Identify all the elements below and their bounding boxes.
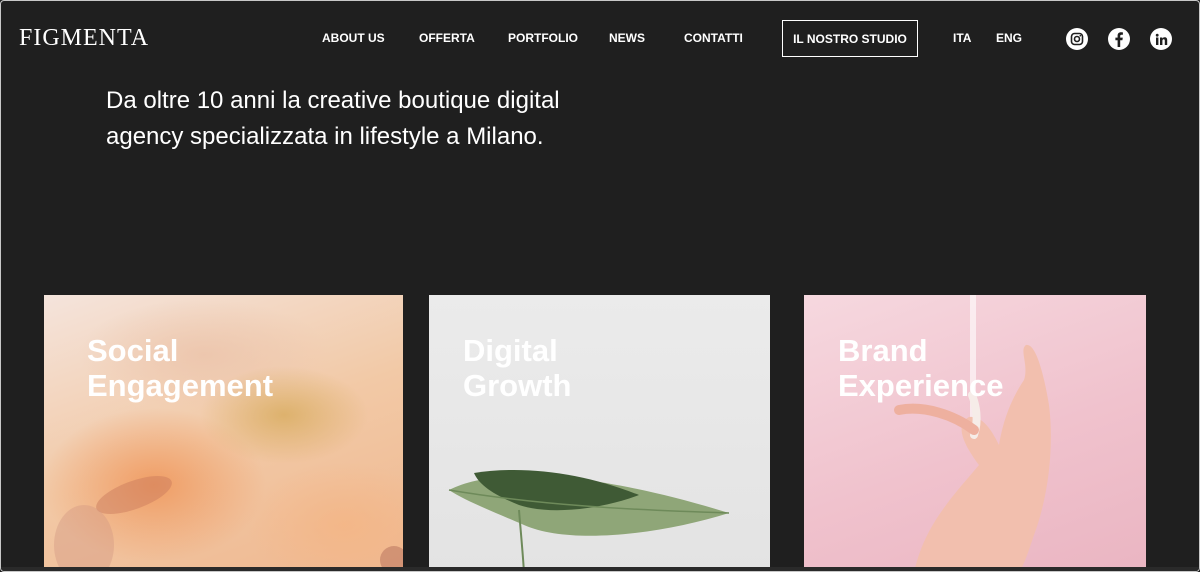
card-title-line: Growth [463, 368, 572, 403]
nav-item-contatti[interactable]: CONTATTI [684, 31, 743, 45]
studio-button[interactable]: IL NOSTRO STUDIO [782, 20, 918, 57]
nav-item-about-us[interactable]: ABOUT US [322, 31, 385, 45]
card-brand-experience[interactable]: Brand Experience [804, 295, 1146, 571]
nav-item-news[interactable]: NEWS [609, 31, 645, 45]
nav-item-portfolio[interactable]: PORTFOLIO [508, 31, 578, 45]
nav-item-offerta[interactable]: OFFERTA [419, 31, 475, 45]
page-frame: FIGMENTA ABOUT US OFFERTA PORTFOLIO NEWS… [0, 0, 1200, 572]
card-title-line: Social [87, 333, 179, 368]
instagram-icon[interactable] [1066, 28, 1088, 50]
lang-ita[interactable]: ITA [953, 31, 971, 45]
lang-eng[interactable]: ENG [996, 31, 1022, 45]
facebook-icon[interactable] [1108, 28, 1130, 50]
card-title-line: Experience [838, 368, 1004, 403]
card-title: Social Engagement [87, 333, 347, 403]
card-title-line: Brand [838, 333, 928, 368]
card-title-line: Engagement [87, 368, 274, 403]
card-digital-growth[interactable]: Digital Growth [429, 295, 770, 571]
card-title-line: Digital [463, 333, 558, 368]
card-title: Digital Growth [463, 333, 723, 403]
card-social-engagement[interactable]: Social Engagement [44, 295, 403, 571]
card-title: Brand Experience [838, 333, 1098, 403]
linkedin-icon[interactable] [1150, 28, 1172, 50]
bottom-divider [1, 567, 1199, 571]
logo[interactable]: FIGMENTA [19, 25, 149, 52]
hero-text: Da oltre 10 anni la creative boutique di… [106, 87, 560, 150]
